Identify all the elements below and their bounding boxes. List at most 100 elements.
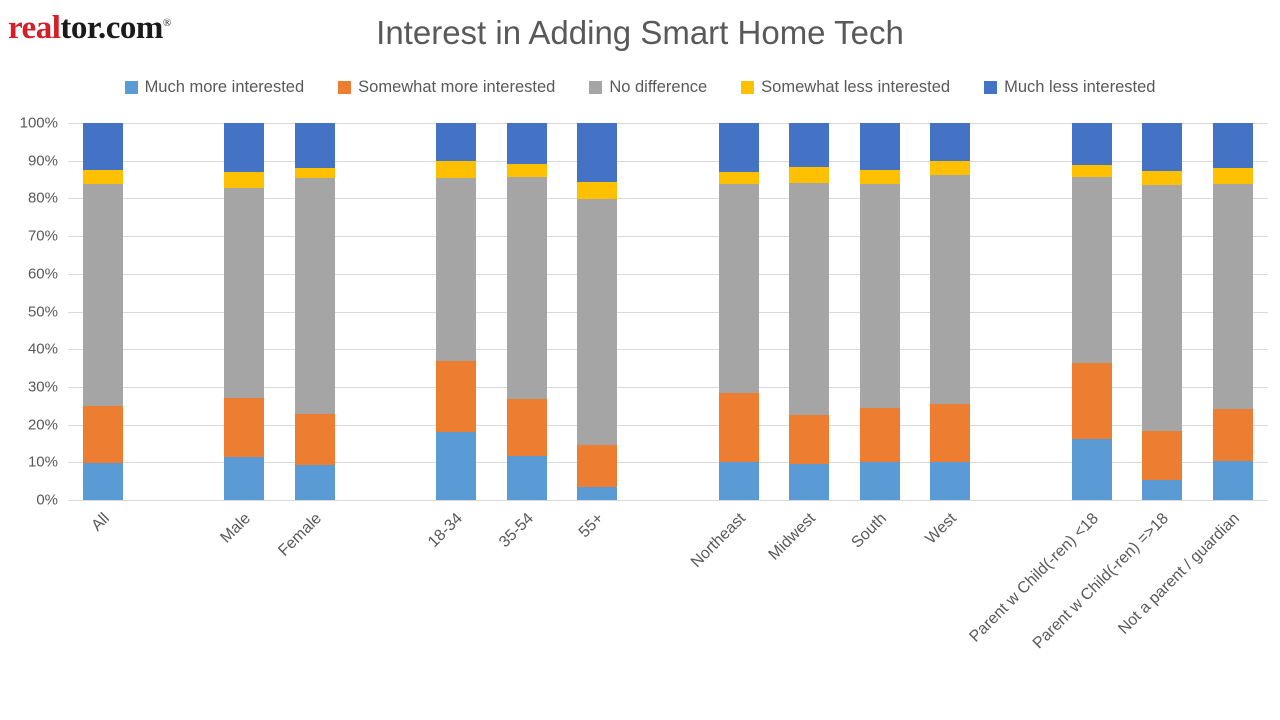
bar-segment[interactable]	[930, 175, 971, 404]
y-axis-tick-label: 50%	[27, 303, 58, 320]
y-axis-tick-label: 60%	[27, 265, 58, 283]
bar-segment[interactable]	[83, 169, 124, 185]
bar-segment[interactable]	[295, 123, 336, 169]
bar-segment[interactable]	[718, 172, 759, 185]
bar-segment[interactable]	[577, 123, 618, 183]
bar-segment[interactable]	[930, 403, 971, 462]
bar-segment[interactable]	[789, 415, 830, 465]
bar-segment[interactable]	[436, 432, 477, 500]
bar-segment[interactable]	[506, 398, 547, 456]
bar-segment[interactable]	[506, 123, 547, 165]
stacked-bar[interactable]	[789, 123, 830, 500]
bar-group	[845, 123, 916, 500]
bar-segment[interactable]	[789, 183, 830, 416]
bar-segment[interactable]	[1142, 171, 1183, 185]
bar-segment[interactable]	[1071, 123, 1112, 165]
bar-segment[interactable]	[718, 184, 759, 393]
bar-segment[interactable]	[1212, 184, 1253, 410]
bar-segment[interactable]	[436, 160, 477, 179]
bar-group	[703, 123, 774, 500]
stacked-bar[interactable]	[224, 123, 265, 500]
bar-segment[interactable]	[295, 168, 336, 179]
bar-segment[interactable]	[224, 172, 265, 189]
bar-group-spacer	[986, 123, 1057, 500]
x-axis-tick: Northeast	[688, 500, 774, 720]
bar-segment[interactable]	[859, 169, 900, 185]
bar-segment[interactable]	[295, 178, 336, 415]
x-axis-tick-spacer	[350, 500, 421, 720]
bar-segment[interactable]	[1212, 123, 1253, 169]
bar-segment[interactable]	[295, 414, 336, 465]
stacked-bar[interactable]	[436, 123, 477, 500]
stacked-bar[interactable]	[83, 123, 124, 500]
bar-group	[1056, 123, 1127, 500]
bar-segment[interactable]	[859, 408, 900, 462]
bar-segment[interactable]	[718, 392, 759, 462]
stacked-bar[interactable]	[718, 123, 759, 500]
stacked-bar[interactable]	[295, 123, 336, 500]
bar-segment[interactable]	[577, 182, 618, 200]
bar-segment[interactable]	[1142, 184, 1183, 432]
bar-segment[interactable]	[83, 123, 124, 170]
bar-group	[492, 123, 563, 500]
bar-segment[interactable]	[577, 444, 618, 488]
x-axis-tick: Female	[275, 500, 351, 720]
bar-group	[421, 123, 492, 500]
bar-group	[280, 123, 351, 500]
bar-segment[interactable]	[224, 123, 265, 173]
stacked-bar[interactable]	[859, 123, 900, 500]
x-axis-label-text: 55+	[576, 510, 608, 542]
bar-segment[interactable]	[859, 184, 900, 409]
bar-segment[interactable]	[506, 164, 547, 178]
x-axis-tick: 18-34	[421, 500, 492, 720]
x-axis-label-text: South	[848, 510, 890, 552]
x-axis-label: All	[89, 497, 126, 535]
stacked-bar[interactable]	[930, 123, 971, 500]
bar-segment[interactable]	[718, 123, 759, 173]
bar-segment[interactable]	[436, 123, 477, 161]
bar-segment[interactable]	[1142, 123, 1183, 172]
bar-segment[interactable]	[224, 188, 265, 399]
bar-segment[interactable]	[577, 199, 618, 445]
bar-segment[interactable]	[436, 360, 477, 433]
x-axis-label-text: Midwest	[765, 510, 820, 564]
stacked-bar[interactable]	[1071, 123, 1112, 500]
chart-plot: 0% 10% 20% 30% 40% 50% 60% 70% 80% 90% 100% All Mal…	[0, 0, 1280, 720]
y-axis-tick-label: 70%	[27, 227, 58, 245]
bar-segment[interactable]	[859, 123, 900, 170]
bar-segment[interactable]	[83, 184, 124, 407]
bar-segment[interactable]	[1071, 164, 1112, 178]
bar-segment[interactable]	[1071, 363, 1112, 439]
plot-area	[68, 123, 1268, 501]
x-axis-tick: Male	[209, 500, 280, 720]
stacked-bar[interactable]	[506, 123, 547, 500]
y-axis: 0% 10% 20% 30% 40% 50% 60% 70% 80% 90% 100%	[12, 115, 64, 509]
y-axis-tick-label: 80%	[27, 189, 58, 207]
bar-segment[interactable]	[506, 177, 547, 399]
bar-group	[774, 123, 845, 500]
bar-segment[interactable]	[83, 463, 124, 500]
bar-group	[209, 123, 280, 500]
x-axis-label-text: West	[922, 510, 961, 548]
bar-group-spacer	[139, 123, 210, 500]
bar-group	[915, 123, 986, 500]
bar-segment[interactable]	[224, 398, 265, 458]
bar-segment[interactable]	[83, 406, 124, 464]
bar-segment[interactable]	[930, 123, 971, 161]
bar-segment[interactable]	[789, 123, 830, 168]
x-axis-label-text: Female	[275, 510, 326, 560]
bar-segment[interactable]	[789, 167, 830, 184]
bar-segment[interactable]	[1071, 177, 1112, 364]
y-axis-tick-label: 100%	[19, 114, 58, 132]
stacked-bar[interactable]	[577, 123, 618, 500]
bar-segment[interactable]	[436, 178, 477, 361]
y-axis-tick-label: 10%	[27, 453, 58, 471]
x-axis-tick: West	[915, 500, 986, 720]
bar-segment[interactable]	[1071, 438, 1112, 500]
x-axis-tick-spacer	[633, 500, 704, 720]
bar-segment[interactable]	[1212, 168, 1253, 185]
bar-group	[68, 123, 139, 500]
bar-segment[interactable]	[930, 160, 971, 176]
bar-group-spacer	[350, 123, 421, 500]
y-axis-tick-label: 20%	[27, 416, 58, 434]
